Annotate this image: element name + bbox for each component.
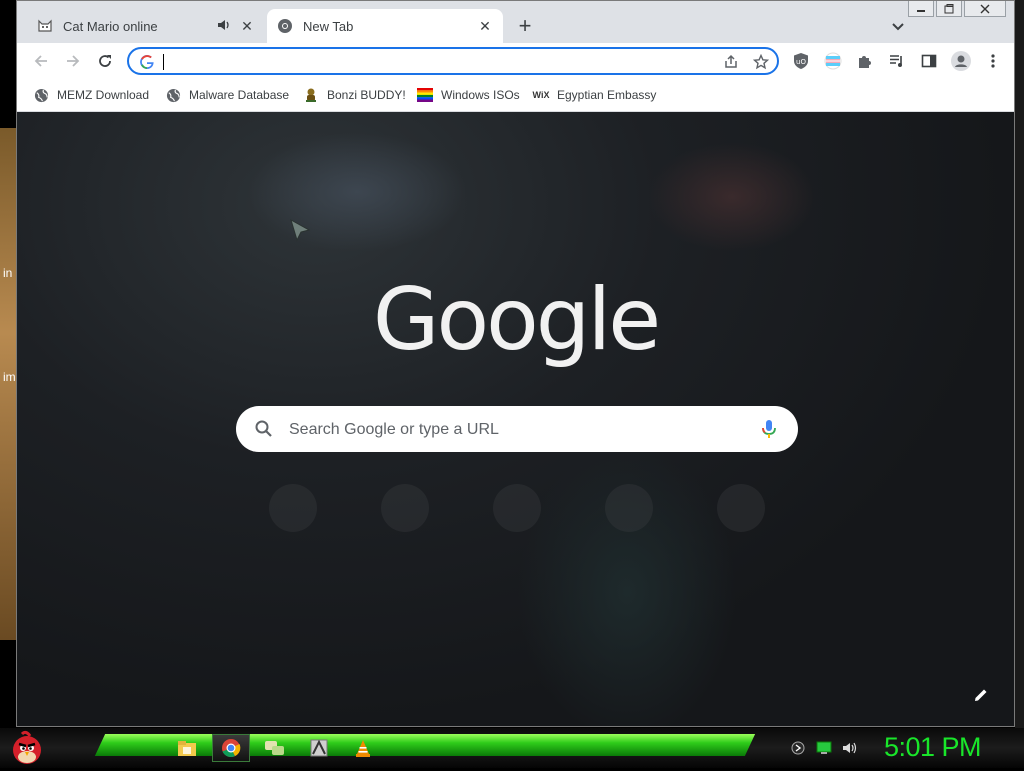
close-tab-icon[interactable]: ✕ — [239, 18, 255, 34]
new-tab-page: Google — [17, 112, 1014, 726]
tab-strip: Cat Mario online ✕ New Tab ✕ + — [17, 1, 1014, 43]
search-icon — [254, 419, 274, 439]
tray-app-icon[interactable] — [790, 740, 806, 756]
taskbar-vlc-icon[interactable] — [344, 734, 382, 762]
rainbow-flag-icon — [417, 87, 433, 103]
mouse-pointer-icon — [290, 218, 311, 242]
microphone-icon[interactable] — [758, 418, 780, 440]
media-controls-icon[interactable] — [887, 51, 907, 71]
bookmark-label: Malware Database — [189, 88, 290, 102]
bookmark-egyptian-embassy[interactable]: WiX Egyptian Embassy — [532, 85, 657, 105]
text-cursor — [163, 54, 164, 70]
new-tab-button[interactable]: + — [513, 15, 537, 39]
bookmark-label: Bonzi BUDDY! — [327, 88, 406, 102]
globe-icon — [165, 87, 181, 103]
chrome-icon — [277, 18, 293, 34]
bonzi-icon — [303, 87, 319, 103]
shortcut-tile[interactable] — [605, 484, 653, 532]
trans-flag-extension-icon[interactable] — [823, 51, 843, 71]
ntp-search-input[interactable] — [287, 418, 741, 442]
background-image-detail — [647, 142, 817, 252]
extensions-puzzle-icon[interactable] — [855, 51, 875, 71]
reload-icon[interactable] — [95, 51, 115, 71]
back-arrow-icon[interactable] — [31, 51, 51, 71]
volume-icon[interactable] — [842, 740, 858, 756]
tab-title: New Tab — [303, 18, 354, 34]
start-button-angry-bird-icon[interactable] — [8, 730, 46, 766]
taskbar-messenger-icon[interactable] — [256, 734, 294, 762]
desktop-background: in im — [0, 128, 16, 640]
bookmark-windows-isos[interactable]: Windows ISOs — [417, 85, 520, 105]
more-menu-icon[interactable] — [983, 51, 1003, 71]
window-controls — [908, 1, 1006, 17]
system-tray — [790, 740, 858, 756]
speaker-icon[interactable] — [217, 18, 233, 35]
bookmark-star-icon[interactable] — [753, 54, 769, 70]
shortcut-tile[interactable] — [381, 484, 429, 532]
google-g-icon — [139, 54, 155, 70]
clock[interactable]: 5:01 PM — [884, 732, 982, 763]
background-image — [247, 132, 467, 252]
minimize-button[interactable] — [908, 1, 934, 17]
bookmark-label: MEMZ Download — [57, 88, 150, 102]
maximize-button[interactable] — [936, 1, 962, 17]
share-icon[interactable] — [723, 54, 739, 70]
profile-avatar-icon[interactable] — [951, 51, 971, 71]
side-panel-icon[interactable] — [919, 51, 939, 71]
bookmark-bonzi-buddy[interactable]: Bonzi BUDDY! — [303, 85, 406, 105]
google-logo: Google — [372, 270, 661, 370]
customize-pencil-icon[interactable] — [972, 686, 992, 706]
shortcut-tile[interactable] — [717, 484, 765, 532]
close-tab-icon[interactable]: ✕ — [477, 18, 493, 34]
cat-icon — [37, 18, 53, 34]
bookmark-label: Egyptian Embassy — [557, 88, 657, 102]
close-window-button[interactable] — [964, 1, 1006, 17]
tab-search-icon[interactable] — [889, 17, 907, 35]
bookmark-label: Windows ISOs — [441, 88, 520, 102]
forward-arrow-icon[interactable] — [63, 51, 83, 71]
tab-title: Cat Mario online — [63, 18, 158, 34]
shortcut-tile[interactable] — [269, 484, 317, 532]
taskbar-chrome-icon[interactable] — [212, 734, 250, 762]
bookmark-malware-database[interactable]: Malware Database — [165, 85, 289, 105]
taskbar: 5:01 PM — [0, 728, 1024, 768]
ublock-origin-icon[interactable]: uO — [791, 51, 811, 71]
tab-new-tab[interactable]: New Tab ✕ — [267, 9, 503, 43]
globe-icon — [33, 87, 49, 103]
bookmark-memz[interactable]: MEMZ Download — [33, 85, 149, 105]
network-icon[interactable] — [816, 740, 832, 756]
taskbar-app-icon[interactable] — [300, 734, 338, 762]
browser-toolbar: uO — [17, 43, 1014, 79]
taskbar-file-explorer-icon[interactable] — [168, 734, 206, 762]
desktop-background-right — [1015, 0, 1024, 728]
address-bar[interactable] — [127, 47, 779, 75]
address-input[interactable] — [167, 51, 671, 73]
browser-window: Cat Mario online ✕ New Tab ✕ + uO MEMZ D… — [16, 0, 1015, 727]
desktop-icon-label: im — [3, 370, 16, 384]
wix-icon: WiX — [532, 90, 550, 100]
svg-text:uO: uO — [796, 58, 806, 66]
tab-cat-mario[interactable]: Cat Mario online ✕ — [27, 9, 265, 43]
ntp-search-box[interactable] — [236, 406, 798, 452]
desktop-icon-label: in — [3, 266, 13, 280]
bookmarks-bar: MEMZ Download Malware Database Bonzi BUD… — [17, 79, 1014, 112]
shortcut-tile[interactable] — [493, 484, 541, 532]
